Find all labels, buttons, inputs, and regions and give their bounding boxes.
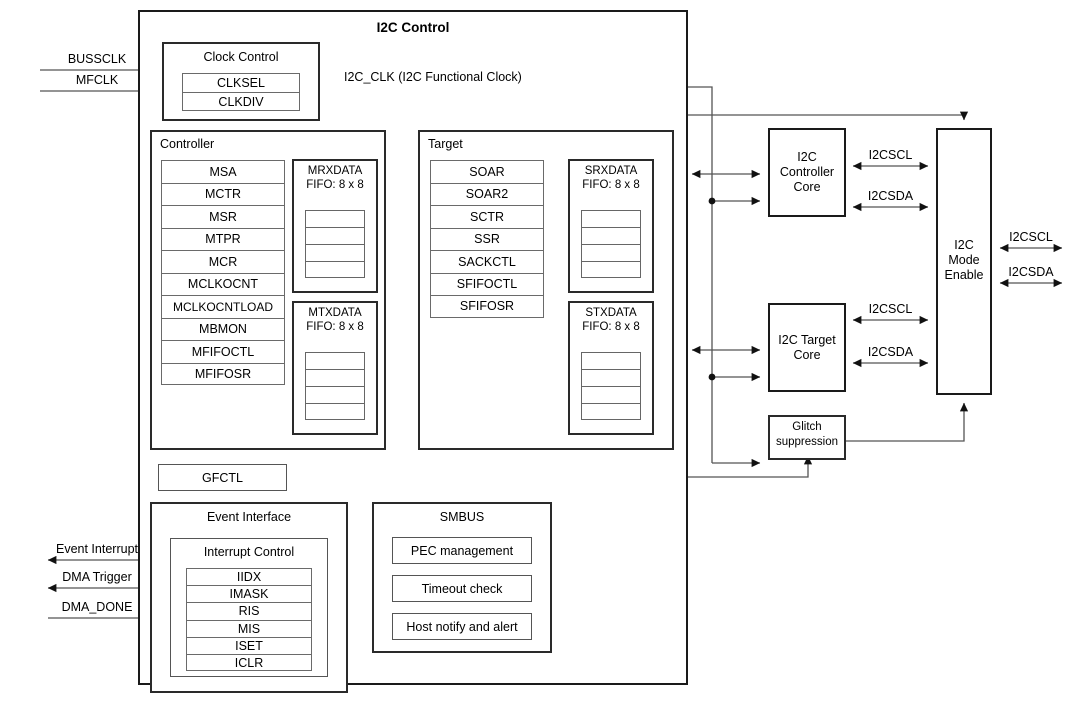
register-sfifosr: SFIFOSR (430, 295, 544, 318)
register-mclkocnt: MCLKOCNT (161, 272, 285, 295)
glitch-suppression-label-2: suppression (775, 436, 838, 448)
register-clkdiv: CLKDIV (182, 92, 300, 111)
fifo-slot (581, 403, 641, 420)
bus-label-external-sda: I2CSDA (1008, 265, 1054, 279)
fifo-slot (305, 244, 365, 261)
bus-label-controller-sda: I2CSDA (867, 189, 914, 203)
signal-dma-trigger: DMA Trigger (62, 570, 132, 584)
interrupt-control-registers: IIDX IMASK RIS MIS ISET ICLR (186, 568, 312, 672)
stxdata-fifo-name: STXDATA (585, 307, 637, 319)
bus-label-external-scl: I2CSCL (1009, 230, 1053, 244)
smbus-title: SMBUS (439, 510, 485, 524)
i2c-mode-enable-label-2: Mode (948, 253, 980, 267)
stxdata-fifo-slots (581, 352, 641, 420)
page-title: I2C Control (376, 20, 450, 35)
event-interface-title: Event Interface (206, 510, 292, 524)
register-mbmon: MBMON (161, 317, 285, 340)
fifo-slot (305, 369, 365, 386)
srxdata-fifo-name: SRXDATA (584, 165, 638, 177)
target-title: Target (428, 137, 463, 151)
i2c-target-core-label-1: I2C Target (778, 333, 836, 347)
gfctl-block: GFCTL (158, 464, 287, 491)
smbus-pec-management: PEC management (392, 537, 532, 564)
mtxdata-fifo-name: MTXDATA (308, 307, 362, 319)
mrxdata-fifo-name: MRXDATA (307, 165, 363, 177)
fifo-slot (305, 386, 365, 403)
register-mctr: MCTR (161, 182, 285, 205)
bus-label-controller-scl: I2CSCL (868, 148, 913, 162)
mtxdata-fifo-slots (305, 352, 365, 420)
i2c-controller-core-label-3: Core (793, 180, 821, 194)
register-imask: IMASK (186, 585, 312, 603)
smbus-timeout-check: Timeout check (392, 575, 532, 602)
register-msr: MSR (161, 205, 285, 228)
signal-mfclk: MFCLK (75, 73, 119, 87)
register-mfifoctl: MFIFOCTL (161, 340, 285, 363)
signal-bussclk: BUSSCLK (67, 52, 127, 66)
register-soar2: SOAR2 (430, 182, 544, 205)
register-sackctl: SACKCTL (430, 250, 544, 273)
controller-registers: MSA MCTR MSR MTPR MCR MCLKOCNT MCLKOCNTL… (161, 160, 285, 385)
i2c-clk-label: I2C_CLK (I2C Functional Clock) (344, 70, 522, 84)
fifo-slot (305, 227, 365, 244)
register-mclkocntload: MCLKOCNTLOAD (161, 295, 285, 318)
fifo-slot (581, 369, 641, 386)
target-registers: SOAR SOAR2 SCTR SSR SACKCTL SFIFOCTL SFI… (430, 160, 544, 318)
bus-label-target-scl: I2CSCL (868, 302, 913, 316)
register-msa: MSA (161, 160, 285, 183)
controller-title: Controller (160, 137, 215, 151)
i2c-controller-core-label-1: I2C (797, 150, 817, 164)
fifo-slot (581, 227, 641, 244)
fifo-slot (581, 244, 641, 261)
register-ris: RIS (186, 602, 312, 620)
register-mfifosr: MFIFOSR (161, 362, 285, 385)
register-iidx: IIDX (186, 568, 312, 586)
i2c-target-core-label-2: Core (793, 348, 821, 362)
i2c-mode-enable-label-3: Enable (944, 268, 984, 282)
fifo-slot (305, 261, 365, 278)
fifo-slot (305, 210, 365, 227)
fifo-slot (581, 352, 641, 369)
register-mcr: MCR (161, 250, 285, 273)
fifo-slot (305, 403, 365, 420)
mrxdata-fifo-size: FIFO: 8 x 8 (306, 179, 364, 191)
fifo-slot (581, 261, 641, 278)
mtxdata-fifo-size: FIFO: 8 x 8 (306, 321, 364, 333)
srxdata-fifo-size: FIFO: 8 x 8 (582, 179, 640, 191)
register-soar: SOAR (430, 160, 544, 183)
glitch-suppression-label-1: Glitch (792, 421, 822, 433)
fifo-slot (581, 386, 641, 403)
i2c-mode-enable-label-1: I2C (954, 238, 974, 252)
register-iclr: ICLR (186, 653, 312, 672)
mrxdata-fifo-slots (305, 210, 365, 278)
clock-control-title: Clock Control (203, 50, 279, 64)
register-iset: ISET (186, 636, 312, 654)
signal-event-interrupt: Event Interrupt (56, 542, 138, 556)
interrupt-control-title: Interrupt Control (203, 545, 295, 559)
register-mis: MIS (186, 619, 312, 637)
register-ssr: SSR (430, 227, 544, 250)
diagram-canvas: I2C Control Clock Control CLKSEL CLKDIV … (0, 0, 1072, 720)
register-mtpr: MTPR (161, 227, 285, 250)
register-clksel: CLKSEL (182, 73, 300, 92)
clock-control-registers: CLKSEL CLKDIV (182, 73, 300, 111)
fifo-slot (305, 352, 365, 369)
fifo-slot (581, 210, 641, 227)
bus-label-target-sda: I2CSDA (867, 345, 914, 359)
srxdata-fifo-slots (581, 210, 641, 278)
stxdata-fifo-size: FIFO: 8 x 8 (582, 321, 640, 333)
register-sctr: SCTR (430, 205, 544, 228)
register-sfifoctl: SFIFOCTL (430, 272, 544, 295)
signal-dma-done: DMA_DONE (61, 600, 133, 614)
i2c-controller-core-label-2: Controller (779, 165, 835, 179)
smbus-host-notify-alert: Host notify and alert (392, 613, 532, 640)
